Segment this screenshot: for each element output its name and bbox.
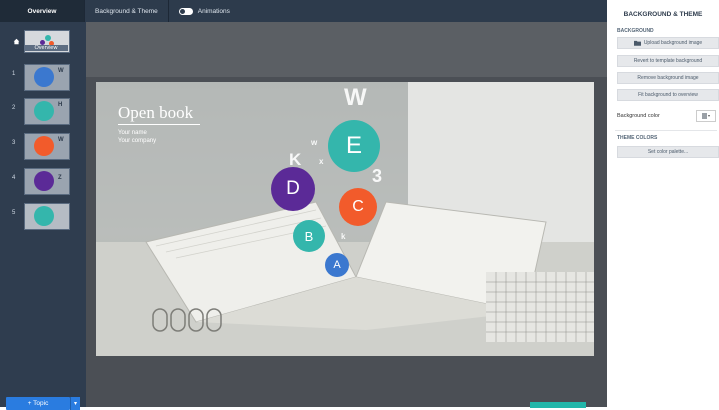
panel-divider xyxy=(615,130,717,131)
topic-bubble-e[interactable]: E xyxy=(328,120,380,172)
animations-label: Animations xyxy=(197,7,230,15)
slide-sidebar: Overview 1 W 2 H 3 W 4 Z 5 + Topic ▾ xyxy=(0,22,86,410)
section-theme-heading: THEME COLORS xyxy=(617,135,658,141)
canvas-area[interactable]: Open book Your name Your company W K 3 w… xyxy=(86,22,607,408)
section-background-heading: BACKGROUND xyxy=(617,28,654,34)
topic-number: 4 xyxy=(12,175,16,181)
slide-author[interactable]: Your name xyxy=(118,130,147,136)
topic-number: 1 xyxy=(12,71,16,77)
slide-preview[interactable]: Open book Your name Your company W K 3 w… xyxy=(96,82,594,356)
folder-icon xyxy=(633,40,641,46)
topic-thumbnail-5[interactable] xyxy=(24,203,70,230)
topic-bubble-b[interactable]: B xyxy=(293,220,325,252)
topic-number: 3 xyxy=(12,140,16,146)
floating-letter: w xyxy=(311,138,318,147)
animations-toggle[interactable] xyxy=(178,7,193,15)
floating-letter: W xyxy=(344,84,367,111)
floating-letter: x xyxy=(319,157,324,166)
panel-title: BACKGROUND & THEME xyxy=(623,11,703,18)
top-toolbar: Overview Background & Theme Animations xyxy=(0,0,607,22)
background-color-label: Background color xyxy=(617,113,660,119)
grid-mat xyxy=(486,272,594,342)
animations-toggle-group[interactable]: Animations xyxy=(169,0,240,22)
topic-thumbnail-3[interactable]: W xyxy=(24,133,70,160)
remove-background-button[interactable]: Remove background image xyxy=(617,72,719,84)
background-theme-panel: BACKGROUND & THEME BACKGROUND Upload bac… xyxy=(607,0,719,407)
add-topic-button[interactable]: + Topic xyxy=(6,397,70,410)
slide-company[interactable]: Your company xyxy=(118,138,156,144)
canvas-background xyxy=(86,22,607,77)
present-button[interactable] xyxy=(530,402,586,408)
topic-bubble-d[interactable]: D xyxy=(271,167,315,211)
floating-letter: k xyxy=(341,232,346,241)
tab-overview[interactable]: Overview xyxy=(0,0,85,22)
tab-background-theme[interactable]: Background & Theme xyxy=(85,0,169,22)
topic-thumbnail-4[interactable]: Z xyxy=(24,168,70,195)
set-color-palette-button[interactable]: Set color palette... xyxy=(617,146,719,158)
fit-background-button[interactable]: Fit background to overview xyxy=(617,89,719,101)
topic-dropdown-button[interactable]: ▾ xyxy=(70,397,80,410)
upload-background-label: Upload background image xyxy=(643,40,703,46)
revert-background-button[interactable]: Revert to template background xyxy=(617,55,719,67)
floating-letter: 3 xyxy=(372,166,383,186)
slide-title[interactable]: Open book xyxy=(118,103,193,123)
paperclips-image xyxy=(152,308,222,332)
background-color-picker[interactable] xyxy=(696,110,716,122)
topic-thumbnail-1[interactable]: W xyxy=(24,64,70,91)
home-icon xyxy=(13,38,20,45)
topic-bubble-a[interactable]: A xyxy=(325,253,349,277)
upload-background-button[interactable]: Upload background image xyxy=(617,37,719,49)
title-underline xyxy=(118,124,200,125)
overview-label: Overview xyxy=(24,45,68,51)
color-grid-icon xyxy=(702,113,710,119)
topic-number: 5 xyxy=(12,210,16,216)
topic-thumbnail-2[interactable]: H xyxy=(24,98,70,125)
topic-bubble-c[interactable]: C xyxy=(339,188,377,226)
topic-number: 2 xyxy=(12,105,16,111)
